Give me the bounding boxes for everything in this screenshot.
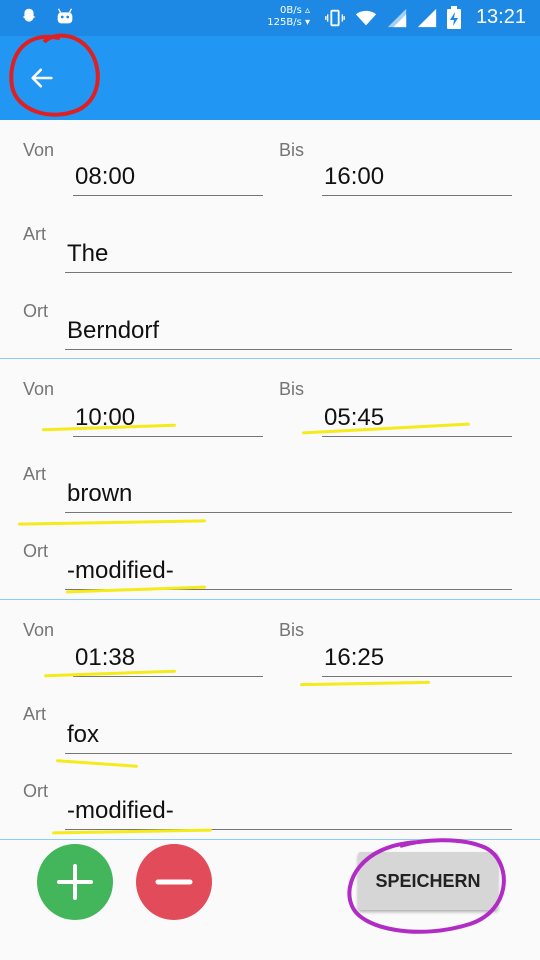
annotation-circle xyxy=(347,838,506,934)
annotation-circle xyxy=(9,33,100,117)
annotation-layer xyxy=(9,33,506,934)
